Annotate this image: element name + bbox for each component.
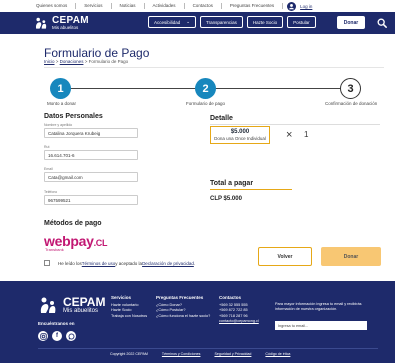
faq-heading: Preguntas Frecuentes [156, 295, 204, 300]
step-2-label: Formulario de pago [186, 101, 226, 106]
accessibility-dropdown[interactable]: Accesibilidad ⌄ [148, 16, 196, 28]
contact-heading: Contactos [219, 295, 242, 300]
webpay-option[interactable]: webpay.CL Transbank [44, 233, 107, 252]
nav-servicios[interactable]: Servicios [76, 3, 112, 9]
footer: CEPAM Mis abuelitos Encuéntranos en f Se… [0, 281, 395, 363]
footer-logo[interactable]: CEPAM Mis abuelitos [38, 295, 105, 315]
terms-mid: y aceptado la [115, 260, 143, 266]
login-label: Log in [300, 3, 313, 9]
email-field-group: Email Cata@gmail.com [44, 167, 138, 182]
postular-button[interactable]: Postular [287, 16, 316, 28]
brand-subtitle: Mis abuelitos [52, 24, 79, 30]
footer-link-trabaja[interactable]: Trabaja con Nosotros [111, 314, 147, 320]
hazte-socio-button[interactable]: Hazte Socio [246, 16, 284, 28]
top-nav: Quienes somos Servicios Noticias Activid… [0, 0, 395, 12]
terms-checkbox[interactable] [44, 260, 50, 266]
services-heading: Servicios [111, 295, 132, 300]
transparency-button[interactable]: Transparencias [200, 16, 243, 28]
nav-contactos[interactable]: Contactos [185, 3, 222, 9]
nav-quienes-somos[interactable]: Quienes somos [28, 3, 77, 9]
phone-field-group: Teléfono 967599521 [44, 190, 138, 205]
total-heading: Total a pagar [210, 180, 254, 187]
step-1-circle: 1 [50, 78, 71, 99]
footer-terms-link[interactable]: Términos y Condiciones [162, 352, 201, 356]
page-title: Formulario de Pago [44, 46, 150, 60]
terms-row: He leído los Términos de uso y aceptado … [44, 260, 195, 266]
footer-faq-column: Preguntas Frecuentes ¿Cómo Donar? ¿Cómo … [156, 295, 210, 319]
social-links: f [38, 331, 76, 341]
name-field-group: Nombre y apellido Catalina Jorquera Krub… [44, 123, 138, 138]
search-icon[interactable] [377, 18, 387, 28]
whatsapp-icon[interactable] [66, 331, 76, 341]
header-donate-button[interactable]: Donar [337, 16, 365, 29]
item-description: Dona una Once Individual [214, 135, 266, 141]
breadcrumb-donaciones[interactable]: Donaciones [60, 59, 84, 64]
footer-ethics-link[interactable]: Código de ética [265, 352, 290, 356]
breadcrumb: Inicio > Donaciones > Formulario de Pago [44, 59, 128, 64]
step-2-circle: 2 [195, 78, 216, 99]
donation-item-card: $5.000 Dona una Once Individual [210, 126, 270, 144]
terms-of-use-link[interactable]: Términos de uso [82, 261, 116, 266]
cepam-logo-icon [35, 17, 47, 29]
step-3-label: Confirmación de donación [325, 101, 378, 106]
follow-us-label: Encuéntranos en [38, 321, 75, 326]
cepam-logo[interactable]: CEPAM Mis abuelitos [34, 15, 89, 31]
breadcrumb-inicio[interactable]: Inicio [44, 59, 55, 64]
item-price: $5.000 [230, 129, 250, 135]
name-input[interactable]: Catalina Jorquera Krubeig [44, 128, 138, 138]
footer-divider [38, 348, 378, 349]
item-quantity: 1 [304, 130, 309, 139]
nav-actividades[interactable]: Actividades [145, 3, 185, 9]
detail-divider [210, 124, 380, 125]
terms-prefix: He leído los [58, 260, 82, 266]
back-button[interactable]: Volver [258, 247, 312, 266]
rut-input[interactable]: 16.614.701-6 [44, 150, 138, 160]
total-amount: CLP $5.000 [210, 196, 242, 202]
contact-email-link[interactable]: contacto@cepamong.cl [219, 319, 259, 325]
nav-preguntas-frecuentes[interactable]: Preguntas Frecuentes [222, 3, 284, 9]
rut-field-group: Rut 16.614.701-6 [44, 145, 138, 160]
detail-heading: Detalle [210, 115, 233, 122]
privacy-link[interactable]: Declaración de privacidad [142, 261, 194, 266]
step-1-label: Monto a donar [47, 101, 77, 106]
facebook-icon[interactable]: f [52, 331, 62, 341]
cepam-logo-icon [40, 297, 56, 313]
total-divider [210, 189, 292, 190]
nav-noticias[interactable]: Noticias [112, 3, 145, 9]
personal-data-heading: Datos Personales [44, 113, 103, 120]
footer-bottom-bar: Copyright 2022 CEPAM Términos y Condicio… [110, 352, 290, 356]
donate-button[interactable]: Donar [321, 247, 381, 266]
footer-link-hazte-socio[interactable]: ¿Cómo funciona el hazte socio? [156, 314, 210, 320]
phone-input[interactable]: 967599521 [44, 195, 138, 205]
footer-brand-name: CEPAM [63, 295, 106, 309]
chevron-down-icon: ⌄ [186, 19, 190, 24]
payment-methods-heading: Métodos de pago [44, 220, 102, 227]
newsletter-text: Para mayor información ingresa tu email … [275, 302, 362, 311]
footer-contact-column: Contactos +569 32 555 555 +569 872 722 8… [219, 295, 259, 325]
title-divider [44, 67, 384, 68]
main-header: CEPAM Mis abuelitos Accesibilidad ⌄ Tran… [0, 12, 395, 34]
step-3-circle: 3 [340, 78, 361, 99]
footer-privacy-link[interactable]: Seguridad y Privacidad [214, 352, 251, 356]
multiply-icon: × [286, 129, 293, 141]
breadcrumb-current: Formulario de Pago [88, 59, 129, 64]
email-input[interactable]: Cata@gmail.com [44, 172, 138, 182]
user-icon [287, 1, 297, 11]
terms-suffix: . [193, 260, 196, 266]
copyright-text: Copyright 2022 CEPAM [110, 352, 148, 356]
login-link[interactable]: Log in [287, 1, 313, 11]
newsletter-email-input[interactable]: Ingresa tu email... [275, 321, 367, 330]
accessibility-label: Accesibilidad [154, 19, 181, 25]
footer-services-column: Servicios Hazte voluntario Hazte Socio T… [111, 295, 147, 319]
instagram-icon[interactable] [38, 331, 48, 341]
